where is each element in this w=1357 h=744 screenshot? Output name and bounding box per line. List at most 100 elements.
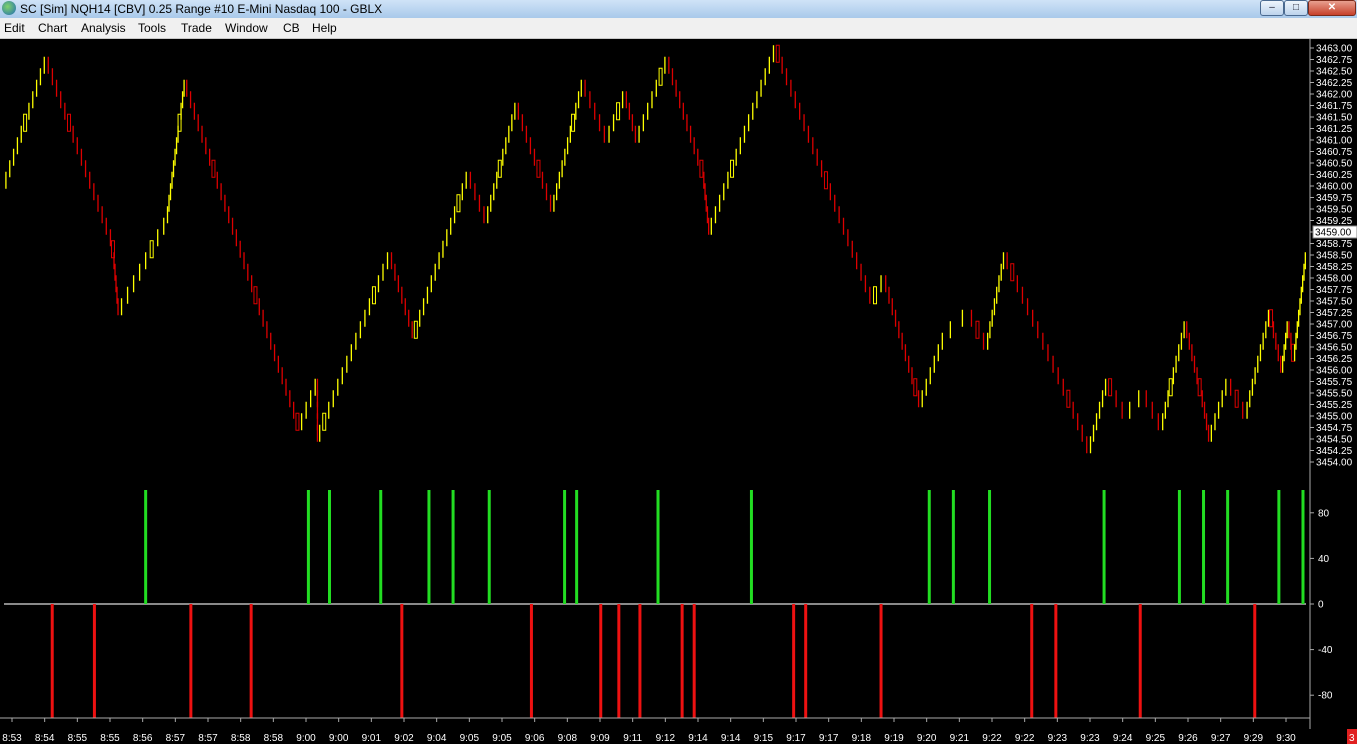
histogram-down-bar	[50, 604, 54, 718]
price-bar	[295, 412, 300, 431]
price-bar	[1269, 309, 1274, 328]
time-tick-label: 9:19	[884, 733, 904, 744]
menu-trade[interactable]: Trade	[181, 21, 212, 35]
price-bar	[23, 113, 28, 132]
price-tick-label: 3455.50	[1316, 389, 1353, 400]
time-tick-label: 9:24	[1113, 733, 1133, 744]
histogram-up-bar	[328, 490, 331, 604]
time-tick-label: 8:58	[231, 733, 251, 744]
time-tick-label: 9:08	[558, 733, 578, 744]
app-icon	[2, 1, 16, 15]
time-tick-label: 8:54	[35, 733, 55, 744]
price-bar	[975, 320, 980, 339]
price-bar	[497, 159, 502, 178]
menu-edit[interactable]: Edit	[4, 21, 25, 35]
price-tick-label: 3457.75	[1316, 285, 1353, 296]
time-tick-label: 8:55	[100, 733, 120, 744]
price-tick-label: 3461.75	[1316, 101, 1353, 112]
price-tick-label: 3461.00	[1316, 136, 1353, 147]
minimize-button[interactable]: –	[1260, 0, 1284, 16]
time-tick-label: 9:27	[1211, 733, 1231, 744]
time-tick-label: 8:58	[264, 733, 284, 744]
current-price-label: 3459.00	[1315, 228, 1352, 239]
maximize-button[interactable]: □	[1284, 0, 1308, 16]
price-bar	[322, 412, 327, 431]
price-bar	[456, 194, 461, 213]
chart-area[interactable]: 3463.003462.753462.503462.253462.003461.…	[0, 39, 1357, 744]
price-tick-label: 3461.25	[1316, 124, 1353, 135]
time-tick-label: 9:22	[1015, 733, 1035, 744]
time-tick-label: 8:57	[198, 733, 218, 744]
price-tick-label: 3458.25	[1316, 262, 1353, 273]
price-bar	[1066, 389, 1071, 408]
menu-analysis[interactable]: Analysis	[81, 21, 126, 35]
time-tick-label: 9:04	[427, 733, 447, 744]
close-button[interactable]: ✕	[1308, 0, 1356, 16]
price-tick-label: 3456.25	[1316, 354, 1353, 365]
time-tick-label: 9:15	[754, 733, 774, 744]
price-tick-label: 3462.25	[1316, 78, 1353, 89]
price-axis: 3463.003462.753462.503462.253462.003461.…	[1309, 39, 1357, 729]
price-tick-label: 3455.25	[1316, 400, 1353, 411]
histogram-up-bar	[144, 490, 148, 604]
time-tick-label: 9:02	[394, 733, 414, 744]
histogram-up-bar	[951, 490, 955, 604]
price-tick-label: 3463.00	[1316, 44, 1353, 55]
price-bar	[1234, 389, 1239, 408]
price-bar	[1108, 378, 1113, 397]
menu-help[interactable]: Help	[312, 21, 337, 35]
time-tick-label: 9:09	[590, 733, 610, 744]
window-titlebar[interactable]: SC [Sim] NQH14 [CBV] 0.25 Range #10 E-Mi…	[0, 0, 1357, 19]
time-tick-label: 8:56	[133, 733, 153, 744]
histogram-down-bar	[1138, 604, 1142, 718]
histogram-tick-label: 0	[1318, 600, 1324, 611]
histogram-down-bar	[529, 604, 533, 718]
time-tick-label: 9:17	[819, 733, 839, 744]
time-tick-label: 9:14	[688, 733, 708, 744]
price-bar	[536, 159, 541, 178]
menu-cb[interactable]: CB	[283, 21, 300, 35]
histogram-tick-label: 80	[1318, 508, 1330, 519]
histogram-down-bar	[692, 604, 696, 718]
time-tick-label: 9:17	[786, 733, 806, 744]
menu-window[interactable]: Window	[225, 21, 268, 35]
histogram-down-bar	[92, 604, 96, 718]
close-icon: ✕	[1327, 2, 1337, 13]
histogram-panel	[4, 490, 1306, 718]
price-bar	[66, 113, 71, 132]
price-tick-label: 3462.50	[1316, 67, 1353, 78]
menu-chart[interactable]: Chart	[38, 21, 67, 35]
price-tick-label: 3459.50	[1316, 205, 1353, 216]
price-bar	[699, 159, 704, 178]
histogram-tick-label: 40	[1318, 554, 1330, 565]
histogram-up-bar	[749, 490, 753, 604]
histogram-up-bar	[451, 490, 455, 604]
histogram-down-bar	[249, 604, 253, 718]
histogram-tick-label: -40	[1318, 645, 1333, 656]
menu-tools[interactable]: Tools	[138, 21, 166, 35]
histogram-down-bar	[599, 604, 603, 718]
time-tick-label: 9:14	[721, 733, 741, 744]
time-tick-label: 9:12	[656, 733, 676, 744]
time-tick-label: 9:22	[982, 733, 1002, 744]
price-tick-label: 3457.00	[1316, 320, 1353, 331]
price-bar	[211, 159, 216, 178]
price-bar	[730, 159, 735, 178]
time-tick-label: 8:55	[68, 733, 88, 744]
price-tick-label: 3458.50	[1316, 251, 1353, 262]
price-tick-label: 3454.00	[1316, 458, 1353, 469]
histogram-down-bar	[189, 604, 193, 718]
price-tick-label: 3460.50	[1316, 159, 1353, 170]
histogram-up-bar	[575, 490, 579, 604]
price-panel	[5, 44, 1306, 454]
minimize-icon: –	[1269, 2, 1275, 13]
price-tick-label: 3460.00	[1316, 182, 1353, 193]
price-tick-label: 3458.00	[1316, 274, 1353, 285]
histogram-up-bar	[1277, 490, 1281, 604]
histogram-down-bar	[804, 604, 808, 718]
price-tick-label: 3457.25	[1316, 308, 1353, 319]
time-tick-label: 8:57	[166, 733, 186, 744]
price-tick-label: 3461.50	[1316, 113, 1353, 124]
price-bar	[616, 102, 621, 121]
histogram-up-bar	[988, 490, 992, 604]
